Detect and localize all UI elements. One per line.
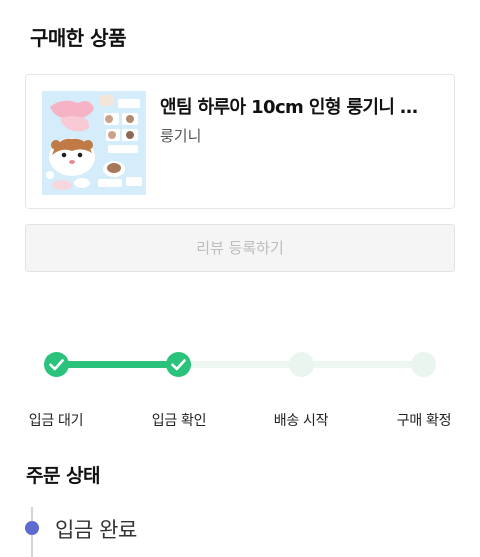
product-name[interactable]: 앤팀 하루아 10cm 인형 룽기니 … <box>160 93 442 119</box>
step-label-purchase-confirmed: 구매 확정 <box>396 413 452 429</box>
current-order-status: 입금 완료 <box>55 518 137 542</box>
step-dot-payment-confirmed <box>166 352 191 377</box>
step-label-payment-pending: 입금 대기 <box>28 413 84 429</box>
step-label-shipping-started: 배송 시작 <box>273 413 329 429</box>
product-thumbnail[interactable] <box>42 91 146 195</box>
check-icon <box>171 359 186 371</box>
hamster-sticker-image <box>42 91 146 195</box>
product-card[interactable]: 앤팀 하루아 10cm 인형 룽기니 … 룽기니 <box>25 74 455 209</box>
step-dot-purchase-confirmed <box>411 352 436 377</box>
step-dot-payment-pending <box>44 352 69 377</box>
order-progress-tracker: 입금 대기 입금 확인 배송 시작 구매 확정 <box>0 340 480 440</box>
timeline-dot <box>25 521 39 535</box>
step-label-payment-confirmed: 입금 확인 <box>151 413 207 429</box>
product-option: 룽기니 <box>160 127 202 145</box>
progress-track-complete <box>56 361 178 368</box>
check-icon <box>49 359 64 371</box>
purchased-items-title: 구매한 상품 <box>30 26 126 50</box>
write-review-button[interactable]: 리뷰 등록하기 <box>25 224 455 272</box>
order-status-title: 주문 상태 <box>26 465 101 487</box>
step-dot-shipping-started <box>289 352 314 377</box>
order-detail-page: 구매한 상품 앤팀 하루아 10cm 인형 룽기니 … 룽기니 리뷰 등록하기 … <box>0 0 480 557</box>
